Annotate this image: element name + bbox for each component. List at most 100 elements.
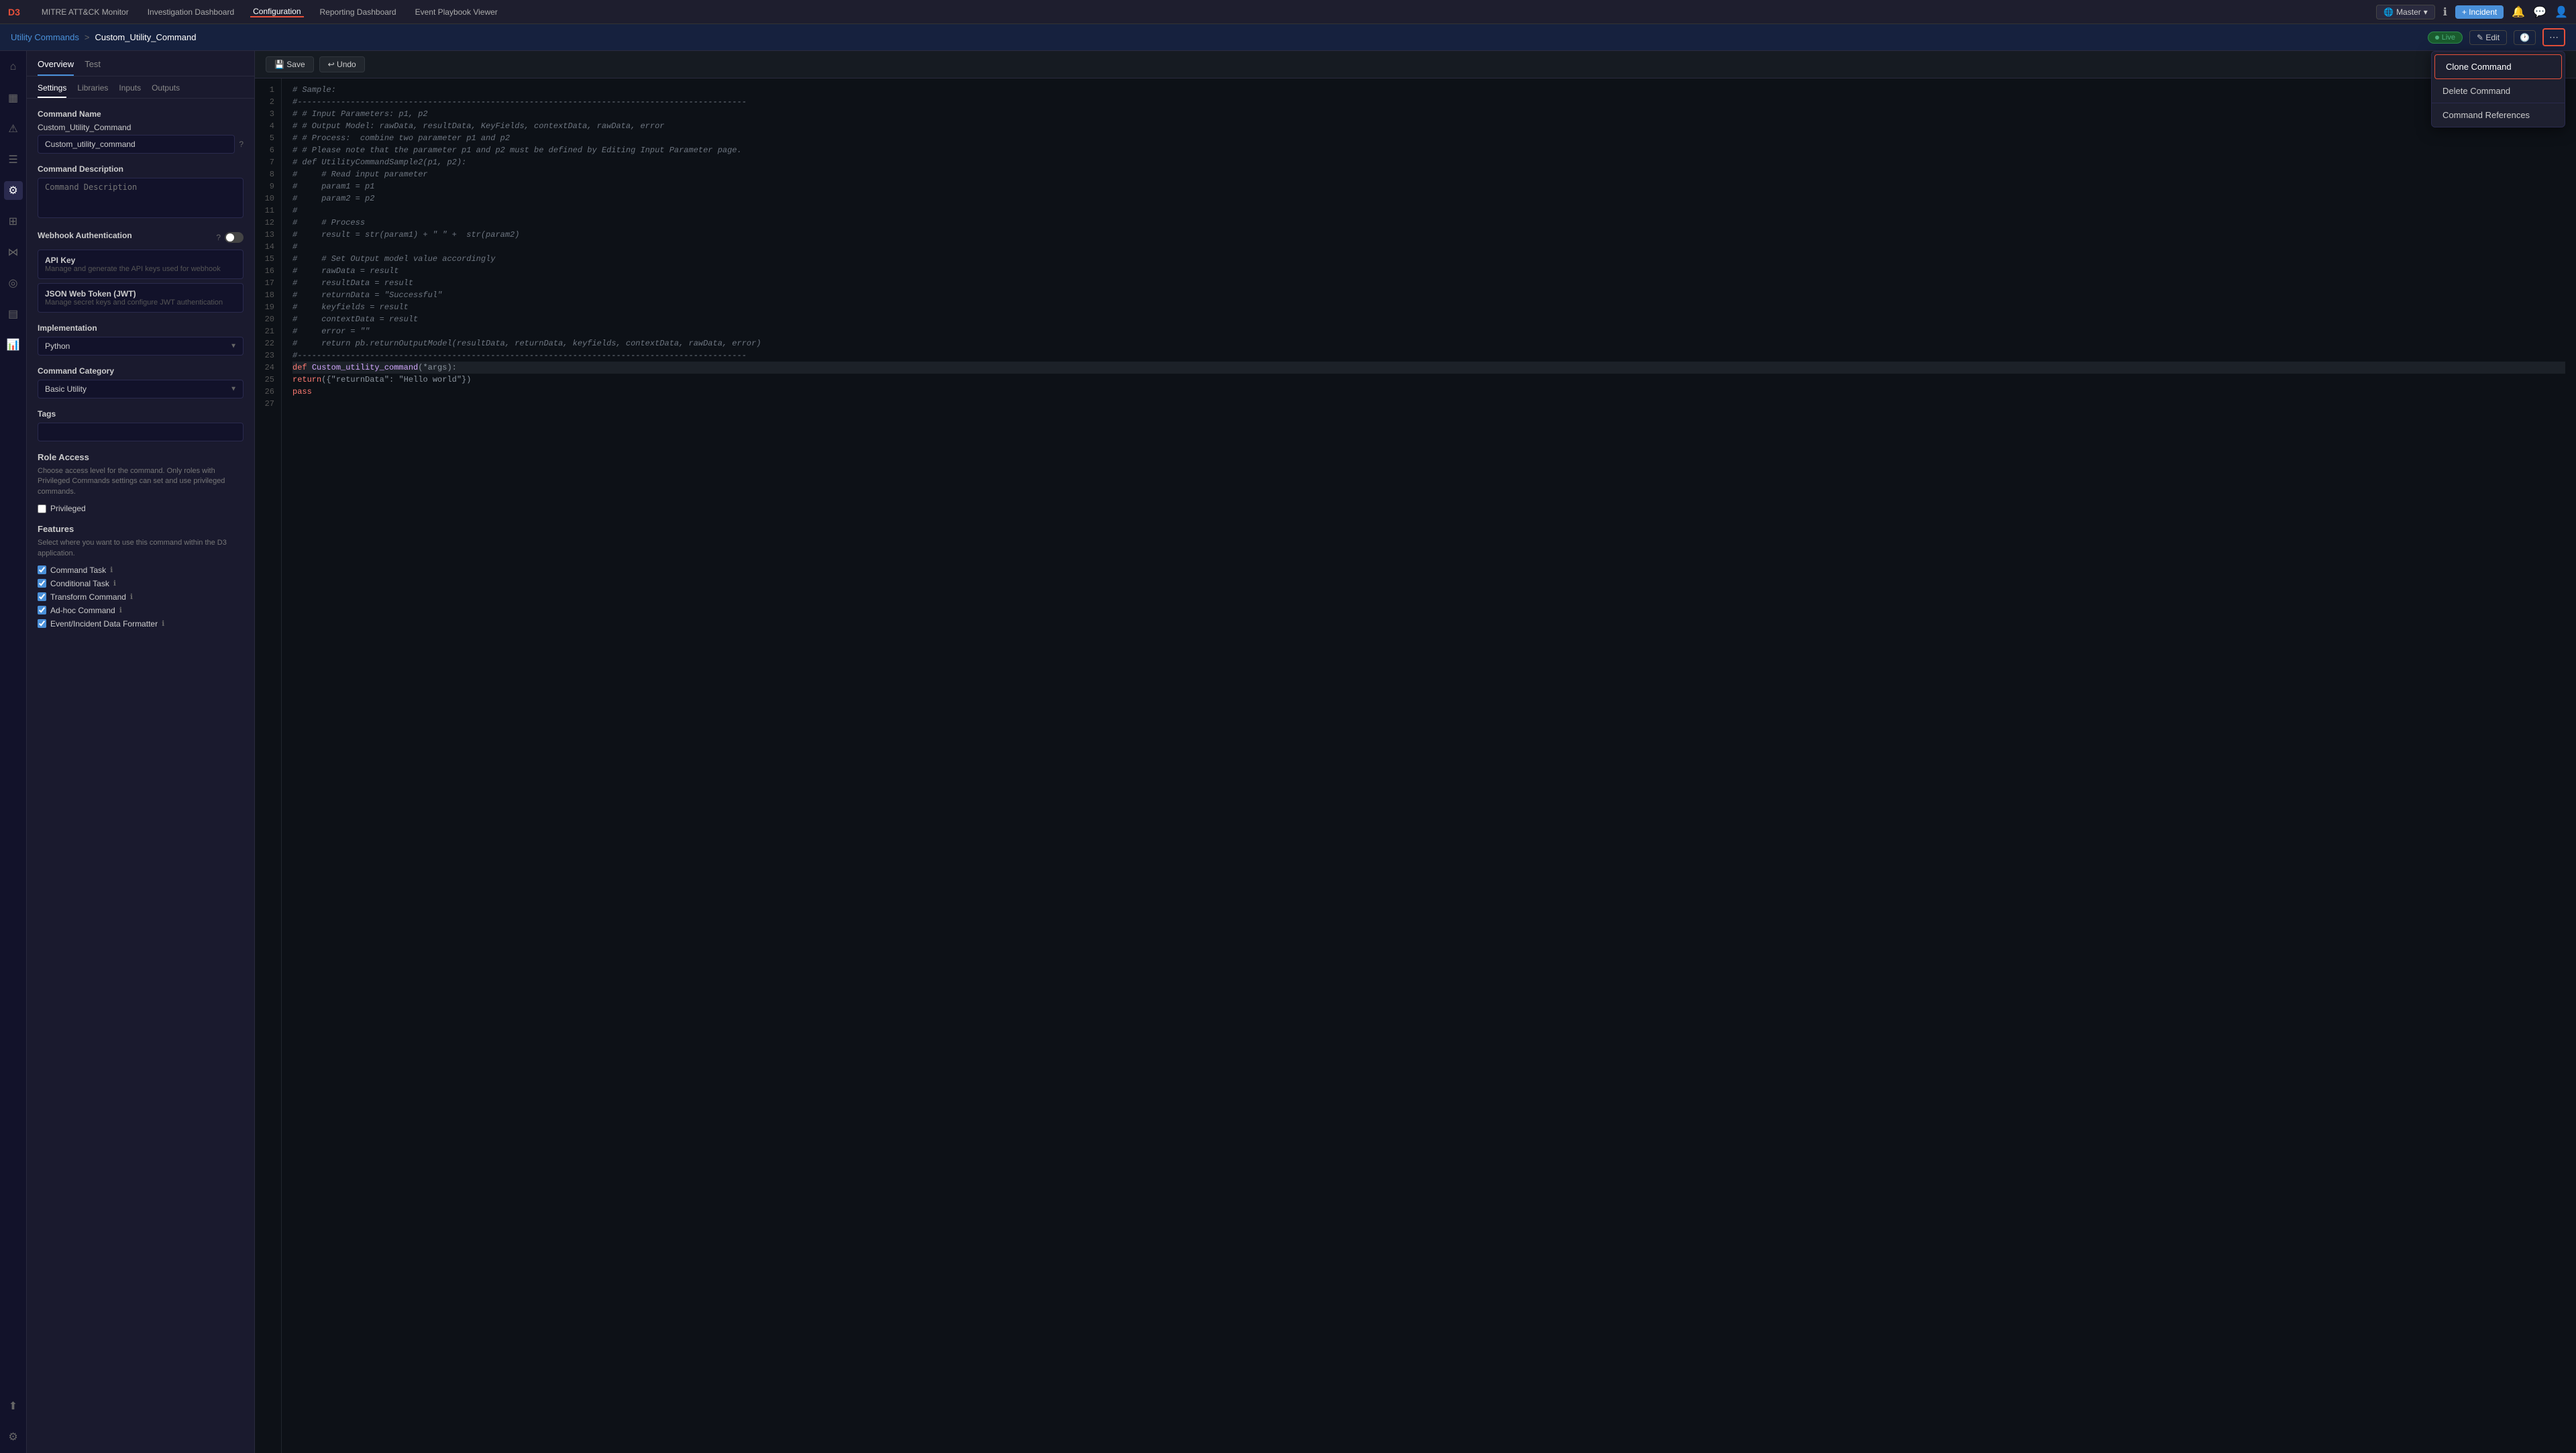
dropdown-command-references[interactable]: Command References	[2432, 103, 2565, 127]
dropdown-clone-command[interactable]: Clone Command	[2434, 54, 2562, 79]
code-line-25: return({"returnData": "Hello world"})	[292, 374, 2565, 386]
adhoc-command-checkbox[interactable]	[38, 606, 46, 614]
line-number-18: 18	[255, 289, 281, 301]
incident-button[interactable]: + Incident	[2455, 5, 2504, 19]
breadcrumb-actions: Live ✎ Edit 🕐 ⋯	[2428, 28, 2565, 46]
sub-tab-outputs[interactable]: Outputs	[152, 80, 180, 98]
code-line-7: # def UtilityCommandSample2(p1, p2):	[292, 156, 2565, 168]
tags-input[interactable]	[38, 423, 244, 441]
transform-command-checkbox[interactable]	[38, 592, 46, 601]
category-select[interactable]: Basic Utility Advanced Utility Condition…	[38, 380, 244, 398]
transform-command-label: Transform Command	[50, 592, 126, 602]
command-task-checkbox[interactable]	[38, 566, 46, 574]
feature-event-formatter: Event/Incident Data Formatter ℹ	[38, 619, 244, 629]
main-layout: ⌂ ▦ ⚠ ☰ ⚙ ⊞ ⋈ ◎ ▤ 📊 ⬆ ⚙ Overview Test Se…	[0, 51, 2576, 1453]
code-line-4: # # Output Model: rawData, resultData, K…	[292, 120, 2565, 132]
sidebar-settings[interactable]: ⚙	[4, 1428, 23, 1446]
code-line-18: # returnData = "Successful"	[292, 289, 2565, 301]
sidebar-list[interactable]: ☰	[4, 150, 23, 169]
webhook-option-jwt[interactable]: JSON Web Token (JWT) Manage secret keys …	[38, 283, 244, 313]
webhook-group: Webhook Authentication ? API Key Manage …	[38, 231, 244, 313]
event-formatter-checkbox[interactable]	[38, 619, 46, 628]
tab-overview[interactable]: Overview	[38, 56, 74, 76]
panel-content: Command Name Custom_Utility_Command ? Co…	[27, 99, 254, 1453]
webhook-toggle[interactable]	[225, 232, 244, 243]
sidebar-alert[interactable]: ⚠	[4, 119, 23, 138]
nav-playbook[interactable]: Event Playbook Viewer	[413, 7, 500, 17]
implementation-select[interactable]: Python JavaScript PowerShell	[38, 337, 244, 356]
conditional-task-checkbox[interactable]	[38, 579, 46, 588]
nav-reporting[interactable]: Reporting Dashboard	[317, 7, 399, 17]
line-number-9: 9	[255, 180, 281, 193]
code-line-23: #---------------------------------------…	[292, 349, 2565, 362]
sidebar-utility[interactable]: ⚙	[4, 181, 23, 200]
privileged-checkbox[interactable]	[38, 504, 46, 513]
save-button[interactable]: 💾 Save	[266, 56, 314, 72]
webhook-option-apikey[interactable]: API Key Manage and generate the API keys…	[38, 250, 244, 279]
sidebar-home[interactable]: ⌂	[4, 58, 23, 76]
sidebar-calendar[interactable]: ▦	[4, 89, 23, 107]
line-number-22: 22	[255, 337, 281, 349]
sidebar-layers[interactable]: ⊞	[4, 212, 23, 231]
code-content[interactable]: # Sample:#------------------------------…	[282, 78, 2576, 1453]
user-avatar[interactable]: 👤	[2555, 5, 2568, 19]
messages-button[interactable]: 💬	[2533, 5, 2546, 19]
code-editor[interactable]: 1234567891011121314151617181920212223242…	[255, 78, 2576, 1453]
webhook-header: Webhook Authentication ?	[38, 231, 244, 244]
code-line-14: #	[292, 241, 2565, 253]
line-number-5: 5	[255, 132, 281, 144]
line-number-8: 8	[255, 168, 281, 180]
code-line-24: def Custom_utility_command(*args):	[292, 362, 2565, 374]
live-indicator-dot	[2435, 36, 2439, 40]
nav-mitre[interactable]: MITRE ATT&CK Monitor	[39, 7, 131, 17]
line-number-20: 20	[255, 313, 281, 325]
command-name-input[interactable]	[38, 135, 235, 154]
line-number-27: 27	[255, 398, 281, 410]
command-name-help-icon: ?	[239, 140, 244, 149]
feature-adhoc-command: Ad-hoc Command ℹ	[38, 606, 244, 615]
sub-tab-libraries[interactable]: Libraries	[77, 80, 108, 98]
notifications-button[interactable]: 🔔	[2512, 5, 2525, 19]
sidebar-inbox[interactable]: ▤	[4, 305, 23, 323]
role-access-group: Role Access Choose access level for the …	[38, 452, 244, 513]
tab-test[interactable]: Test	[85, 56, 101, 76]
dropdown-delete-command[interactable]: Delete Command	[2432, 79, 2565, 103]
live-label: Live	[2442, 34, 2455, 42]
code-line-6: # # Please note that the parameter p1 an…	[292, 144, 2565, 156]
line-number-15: 15	[255, 253, 281, 265]
command-category-group: Command Category Basic Utility Advanced …	[38, 366, 244, 398]
sub-tab-settings[interactable]: Settings	[38, 80, 66, 98]
line-number-14: 14	[255, 241, 281, 253]
undo-button[interactable]: ↩ Undo	[319, 56, 365, 72]
history-button[interactable]: 🕐	[2514, 30, 2536, 45]
code-line-15: # # Set Output model value accordingly	[292, 253, 2565, 265]
sidebar-chart[interactable]: 📊	[4, 335, 23, 354]
master-button[interactable]: 🌐 Master ▾	[2376, 5, 2435, 19]
tags-group: Tags	[38, 409, 244, 441]
sidebar-radio[interactable]: ◎	[4, 274, 23, 292]
chevron-down-icon: ▾	[2424, 7, 2428, 17]
line-number-11: 11	[255, 205, 281, 217]
edit-button[interactable]: ✎ Edit	[2469, 30, 2507, 45]
command-desc-textarea[interactable]	[38, 178, 244, 218]
implementation-select-wrap: Python JavaScript PowerShell	[38, 337, 244, 356]
command-task-info-icon: ℹ	[110, 566, 113, 574]
event-formatter-label: Event/Incident Data Formatter	[50, 619, 158, 629]
sidebar-upload[interactable]: ⬆	[4, 1397, 23, 1415]
code-line-8: # # Read input parameter	[292, 168, 2565, 180]
line-number-17: 17	[255, 277, 281, 289]
nav-configuration[interactable]: Configuration	[250, 7, 303, 17]
webhook-jwt-desc: Manage secret keys and configure JWT aut…	[45, 299, 236, 307]
info-button[interactable]: ℹ	[2443, 5, 2447, 19]
panel-tabs: Overview Test	[27, 51, 254, 76]
tags-label: Tags	[38, 409, 244, 419]
adhoc-command-label: Ad-hoc Command	[50, 606, 115, 615]
more-options-button[interactable]: ⋯	[2542, 28, 2565, 46]
breadcrumb-parent[interactable]: Utility Commands	[11, 32, 79, 42]
sidebar-network[interactable]: ⋈	[4, 243, 23, 262]
line-number-10: 10	[255, 193, 281, 205]
sub-tab-inputs[interactable]: Inputs	[119, 80, 141, 98]
breadcrumb-bar: Utility Commands > Custom_Utility_Comman…	[0, 24, 2576, 51]
nav-investigation[interactable]: Investigation Dashboard	[145, 7, 237, 17]
code-line-21: # error = ""	[292, 325, 2565, 337]
